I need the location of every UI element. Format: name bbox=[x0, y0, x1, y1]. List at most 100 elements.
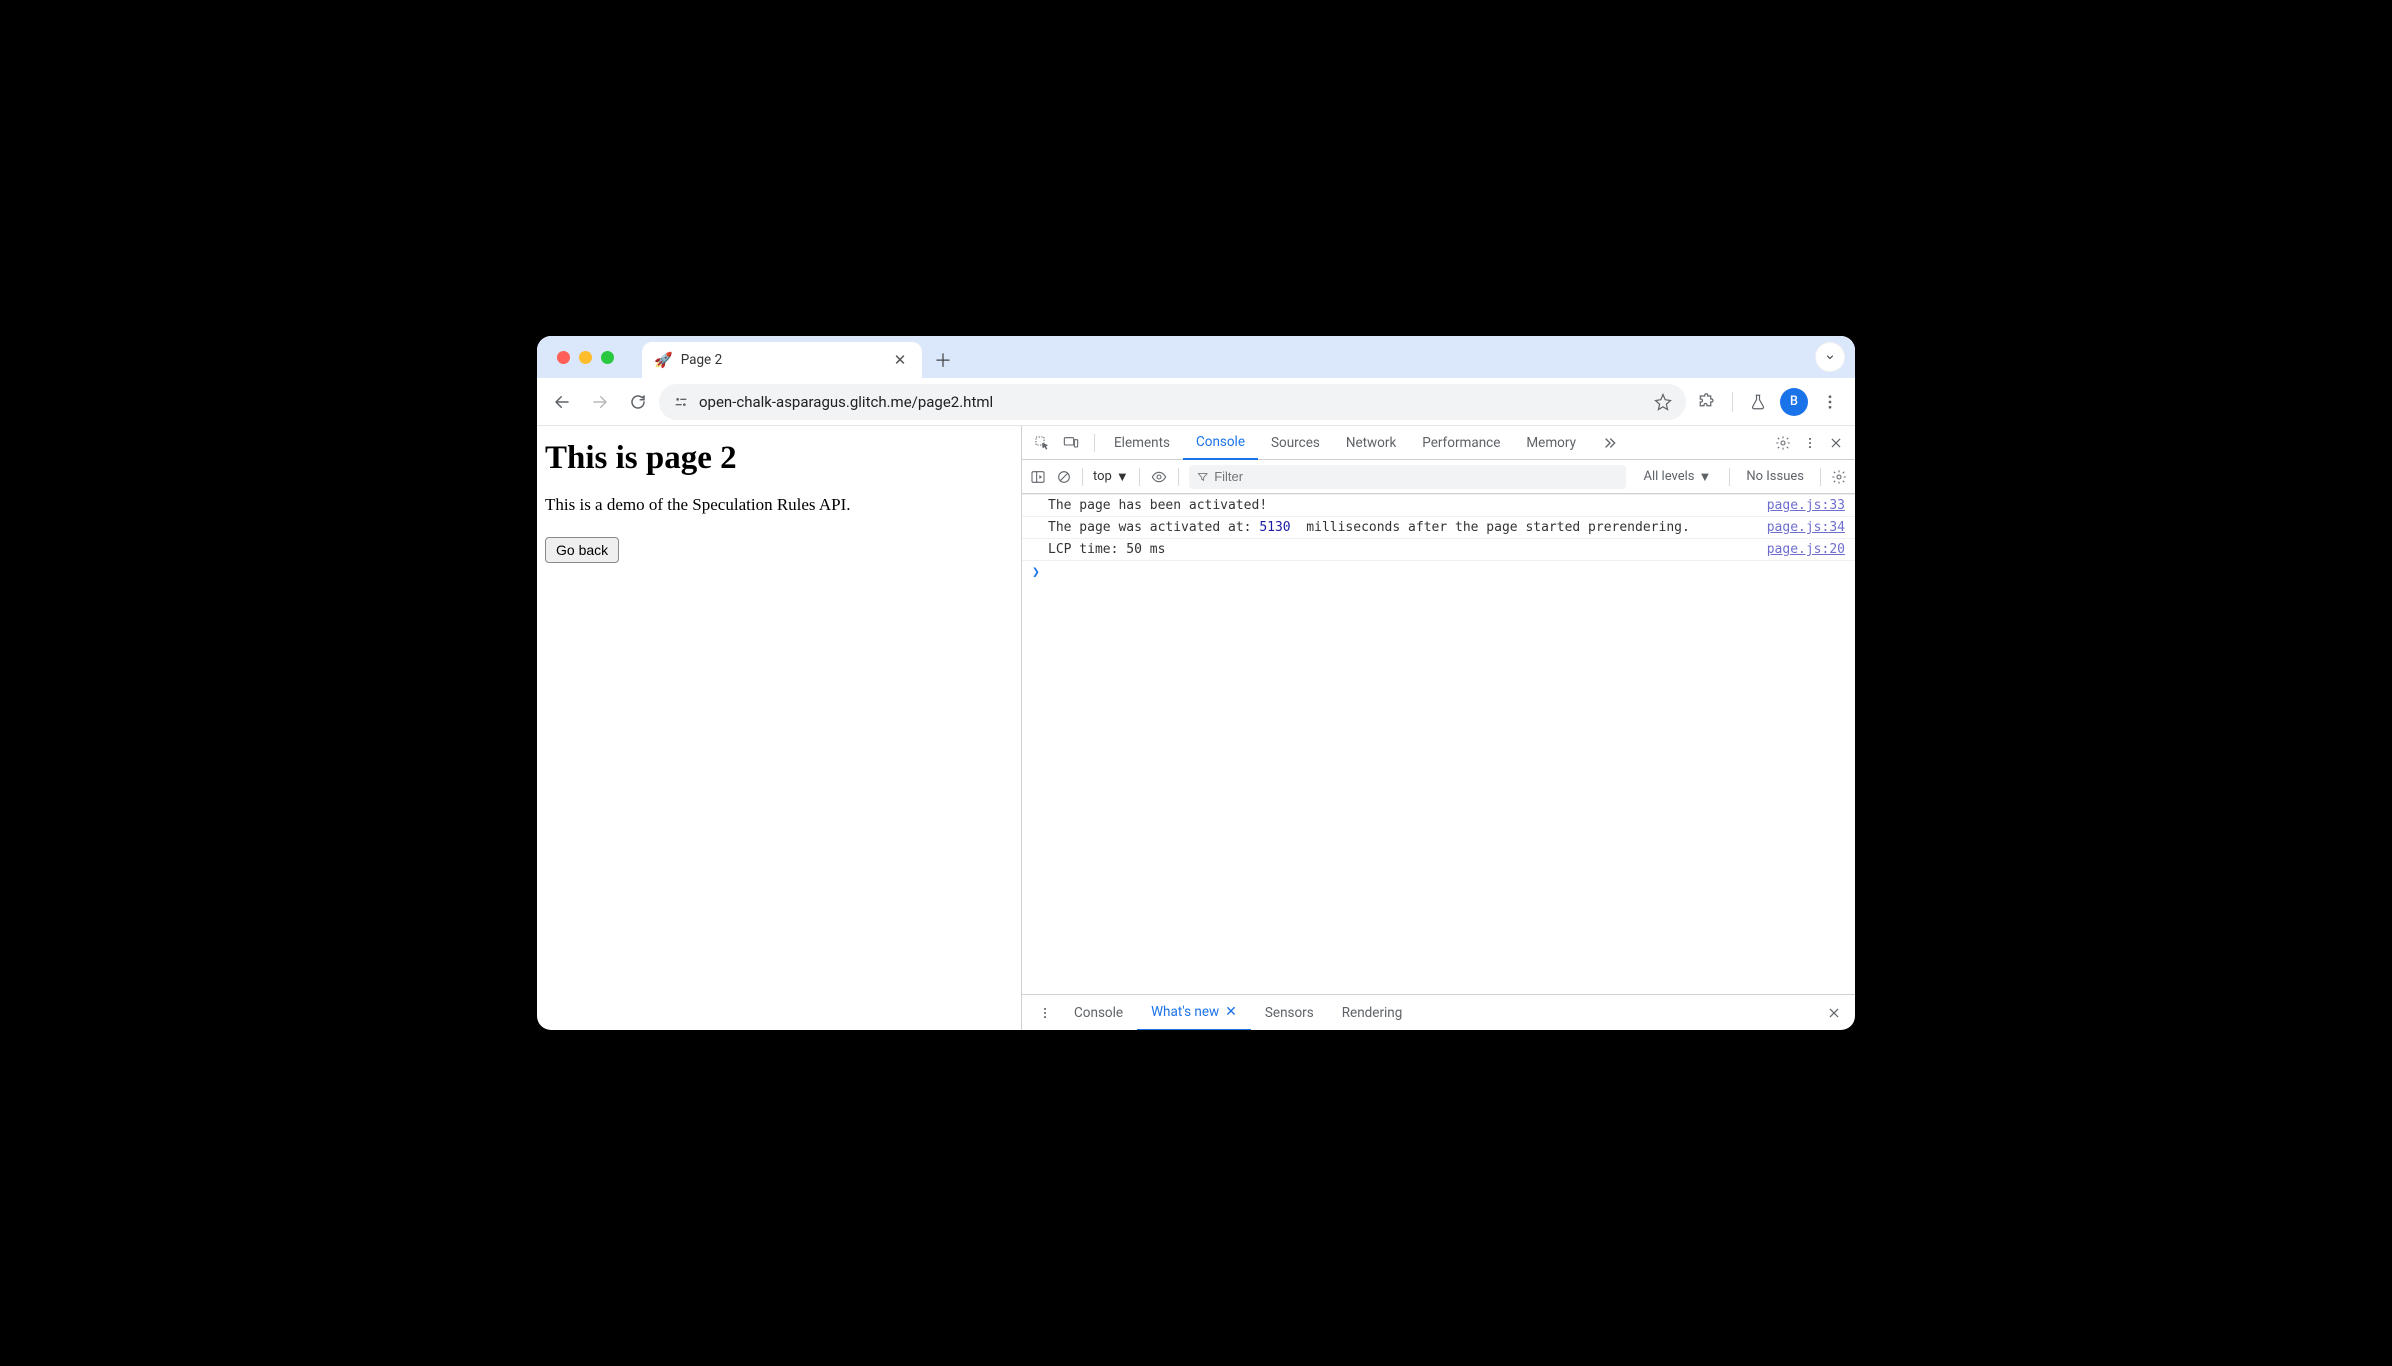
drawer-tab-close-button[interactable]: ✕ bbox=[1225, 1004, 1237, 1020]
page-body-text: This is a demo of the Speculation Rules … bbox=[545, 495, 1013, 515]
window-controls bbox=[551, 336, 620, 378]
live-expression-button[interactable] bbox=[1150, 469, 1168, 485]
console-toolbar-sep-5 bbox=[1820, 468, 1821, 486]
toggle-sidebar-button[interactable] bbox=[1030, 469, 1046, 485]
tab-close-button[interactable]: ✕ bbox=[890, 351, 910, 369]
drawer-tab-whatsnew[interactable]: What's new ✕ bbox=[1137, 995, 1251, 1031]
context-label: top bbox=[1093, 469, 1112, 484]
page-heading: This is page 2 bbox=[545, 440, 1013, 477]
console-toolbar: top ▼ All levels ▼ No Issues bbox=[1022, 460, 1855, 494]
console-prompt[interactable]: ❯ bbox=[1022, 561, 1855, 584]
toolbar-actions: B bbox=[1690, 385, 1847, 419]
tab-sources[interactable]: Sources bbox=[1258, 426, 1333, 460]
nav-forward-button[interactable] bbox=[583, 385, 617, 419]
message-number: 5130 bbox=[1259, 520, 1290, 535]
sidebar-icon bbox=[1030, 469, 1046, 485]
message-text: The page was activated at: 5130 millisec… bbox=[1048, 520, 1757, 535]
drawer-tab-label: What's new bbox=[1151, 1004, 1219, 1020]
console-output: The page has been activated! page.js:33 … bbox=[1022, 494, 1855, 994]
tab-memory[interactable]: Memory bbox=[1513, 426, 1589, 460]
star-icon bbox=[1654, 393, 1672, 411]
filter-input[interactable] bbox=[1214, 469, 1617, 484]
dropdown-triangle-icon: ▼ bbox=[1116, 469, 1129, 485]
message-text: LCP time: 50 ms bbox=[1048, 542, 1757, 557]
devtools-close-button[interactable] bbox=[1829, 436, 1843, 450]
console-toolbar-sep-3 bbox=[1178, 468, 1179, 486]
message-source-link[interactable]: page.js:34 bbox=[1757, 520, 1845, 535]
browser-toolbar: open-chalk-asparagus.glitch.me/page2.htm… bbox=[537, 378, 1855, 426]
console-message: LCP time: 50 ms page.js:20 bbox=[1022, 539, 1855, 561]
devtools-settings-button[interactable] bbox=[1775, 435, 1791, 451]
tab-elements[interactable]: Elements bbox=[1101, 426, 1183, 460]
reload-icon bbox=[629, 393, 647, 411]
window-minimize-button[interactable] bbox=[579, 351, 592, 364]
devtools-menu-button[interactable] bbox=[1803, 435, 1817, 451]
log-levels-label: All levels bbox=[1644, 469, 1695, 484]
dropdown-triangle-icon: ▼ bbox=[1698, 469, 1711, 485]
arrow-left-icon bbox=[553, 393, 571, 411]
rendered-page: This is page 2 This is a demo of the Spe… bbox=[537, 426, 1022, 1030]
clear-console-button[interactable] bbox=[1056, 469, 1072, 485]
nav-reload-button[interactable] bbox=[621, 385, 655, 419]
kebab-icon bbox=[1821, 393, 1839, 411]
chevron-down-icon bbox=[1824, 351, 1836, 363]
devtools-lead-icons bbox=[1026, 435, 1088, 451]
toolbar-divider bbox=[1732, 392, 1733, 412]
browser-window: 🚀 Page 2 ✕ ＋ open-chalk-asparagus.glitch… bbox=[537, 336, 1855, 1030]
drawer-tab-sensors[interactable]: Sensors bbox=[1251, 995, 1328, 1031]
kebab-icon bbox=[1803, 435, 1817, 451]
issues-count[interactable]: No Issues bbox=[1740, 469, 1810, 484]
drawer-close-button[interactable] bbox=[1827, 1006, 1847, 1020]
flask-icon bbox=[1749, 393, 1767, 411]
favicon-icon: 🚀 bbox=[654, 351, 673, 369]
tab-network[interactable]: Network bbox=[1333, 426, 1409, 460]
bookmark-button[interactable] bbox=[1654, 393, 1672, 411]
clear-icon bbox=[1056, 469, 1072, 485]
tab-title: Page 2 bbox=[681, 352, 882, 368]
console-toolbar-sep bbox=[1082, 468, 1083, 486]
context-selector[interactable]: top ▼ bbox=[1093, 469, 1129, 485]
go-back-button[interactable]: Go back bbox=[545, 537, 619, 563]
nav-back-button[interactable] bbox=[545, 385, 579, 419]
extensions-button[interactable] bbox=[1690, 385, 1724, 419]
gear-icon bbox=[1775, 435, 1791, 451]
log-levels-selector[interactable]: All levels ▼ bbox=[1636, 469, 1720, 485]
filter-box[interactable] bbox=[1189, 465, 1626, 489]
drawer-tab-console[interactable]: Console bbox=[1060, 995, 1137, 1031]
gear-icon bbox=[1831, 469, 1847, 485]
url-text: open-chalk-asparagus.glitch.me/page2.htm… bbox=[699, 393, 1644, 411]
window-maximize-button[interactable] bbox=[601, 351, 614, 364]
console-settings-button[interactable] bbox=[1831, 469, 1847, 485]
chrome-menu-button[interactable] bbox=[1813, 385, 1847, 419]
chevrons-right-icon bbox=[1602, 435, 1618, 451]
filter-icon bbox=[1197, 471, 1209, 483]
address-bar[interactable]: open-chalk-asparagus.glitch.me/page2.htm… bbox=[659, 384, 1686, 420]
arrow-right-icon bbox=[591, 393, 609, 411]
close-icon bbox=[1827, 1006, 1841, 1020]
devtools-panel: Elements Console Sources Network Perform… bbox=[1022, 426, 1855, 1030]
message-source-link[interactable]: page.js:20 bbox=[1757, 542, 1845, 557]
site-settings-icon[interactable] bbox=[673, 394, 689, 410]
profile-button[interactable]: B bbox=[1777, 385, 1811, 419]
avatar: B bbox=[1780, 388, 1808, 416]
console-message: The page has been activated! page.js:33 bbox=[1022, 494, 1855, 517]
chevron-right-icon: ❯ bbox=[1032, 565, 1040, 580]
console-toolbar-sep-4 bbox=[1729, 468, 1730, 486]
tab-performance[interactable]: Performance bbox=[1409, 426, 1513, 460]
console-toolbar-sep-2 bbox=[1139, 468, 1140, 486]
window-close-button[interactable] bbox=[557, 351, 570, 364]
message-text: The page has been activated! bbox=[1048, 498, 1757, 513]
kebab-icon bbox=[1038, 1005, 1052, 1021]
drawer-tab-rendering[interactable]: Rendering bbox=[1328, 995, 1417, 1031]
tabbar-separator bbox=[1094, 434, 1095, 452]
browser-tab[interactable]: 🚀 Page 2 ✕ bbox=[642, 342, 922, 378]
drawer-menu-button[interactable] bbox=[1030, 995, 1060, 1031]
new-tab-button[interactable]: ＋ bbox=[926, 342, 960, 378]
tab-console[interactable]: Console bbox=[1183, 426, 1258, 460]
labs-button[interactable] bbox=[1741, 385, 1775, 419]
tab-overflow-button[interactable] bbox=[1589, 426, 1631, 460]
tab-search-button[interactable] bbox=[1815, 342, 1845, 372]
device-toggle-icon[interactable] bbox=[1062, 435, 1080, 451]
inspect-icon[interactable] bbox=[1034, 435, 1050, 451]
message-source-link[interactable]: page.js:33 bbox=[1757, 498, 1845, 513]
